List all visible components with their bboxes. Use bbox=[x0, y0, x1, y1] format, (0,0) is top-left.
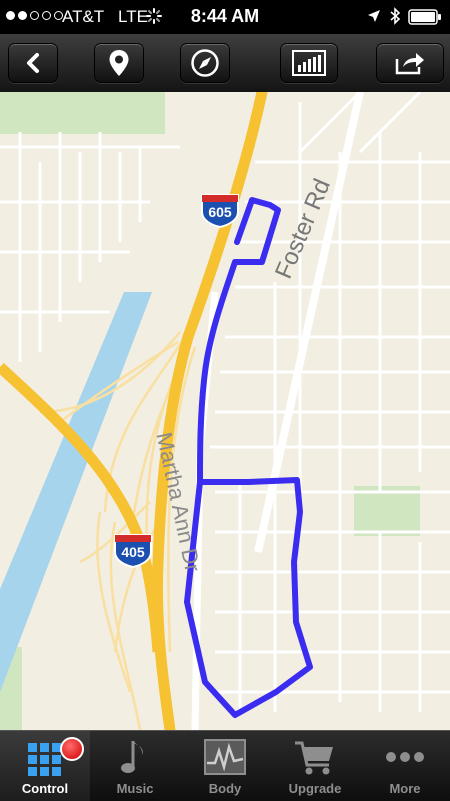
interstate-405-shield: 405 bbox=[112, 532, 154, 568]
location-button[interactable] bbox=[94, 43, 144, 83]
location-services-icon bbox=[368, 10, 380, 22]
location-pin-icon bbox=[109, 50, 129, 76]
cart-icon bbox=[295, 741, 333, 775]
toolbar bbox=[0, 34, 450, 93]
tab-label: Upgrade bbox=[288, 781, 342, 796]
shield-number-605: 605 bbox=[208, 204, 232, 220]
tab-control[interactable]: Control bbox=[0, 731, 90, 801]
tab-label: Control bbox=[21, 781, 69, 796]
park-area bbox=[0, 92, 165, 134]
map-canvas bbox=[0, 92, 450, 730]
stats-button[interactable] bbox=[280, 43, 338, 83]
tab-label: More bbox=[389, 781, 421, 796]
tab-music[interactable]: Music bbox=[90, 731, 180, 801]
tab-label: Body bbox=[208, 781, 242, 796]
bluetooth-icon bbox=[390, 7, 401, 25]
compass-icon bbox=[191, 49, 219, 77]
notification-badge bbox=[60, 737, 84, 761]
street-grid bbox=[0, 92, 450, 712]
compass-button[interactable] bbox=[180, 43, 230, 83]
interstate-605-shield: 605 bbox=[199, 192, 241, 228]
chevron-left-icon bbox=[27, 53, 39, 73]
tab-label: Music bbox=[116, 781, 154, 796]
tab-more[interactable]: More bbox=[360, 731, 450, 801]
route-map[interactable]: Foster Rd Martha Ann Dr 605 405 bbox=[0, 92, 450, 730]
river-channel bbox=[0, 292, 152, 692]
music-note-icon bbox=[121, 741, 143, 773]
tab-upgrade[interactable]: Upgrade bbox=[270, 731, 360, 801]
bar-chart-icon bbox=[292, 50, 326, 76]
tab-bar: Control Music Body Upgrade More bbox=[0, 730, 450, 801]
back-button[interactable] bbox=[8, 43, 58, 83]
more-dots-icon bbox=[386, 752, 424, 762]
shield-number-405: 405 bbox=[121, 544, 145, 560]
heart-rate-icon bbox=[204, 739, 246, 775]
tab-body[interactable]: Body bbox=[180, 731, 270, 801]
battery-icon bbox=[408, 9, 441, 25]
clock: 8:44 AM bbox=[190, 6, 260, 26]
share-button[interactable] bbox=[376, 43, 444, 83]
status-bar: AT&T LTE 8:44 AM bbox=[0, 0, 450, 34]
share-icon bbox=[395, 53, 424, 75]
grid-icon bbox=[28, 743, 61, 776]
